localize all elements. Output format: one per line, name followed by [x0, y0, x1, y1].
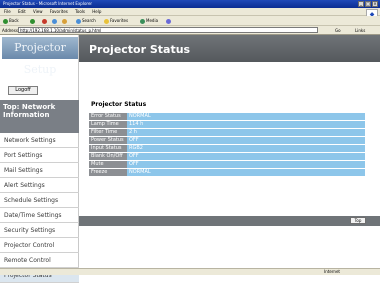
media-button[interactable]: Media	[140, 16, 158, 26]
close-button[interactable]: ×	[372, 1, 378, 7]
status-label: Power Status	[89, 137, 127, 144]
forward-button[interactable]	[30, 16, 36, 26]
status-value: NORMAL	[127, 169, 365, 176]
address-bar: Address http://192.168.1.10/admin/status…	[0, 26, 380, 35]
status-value: OFF	[127, 153, 365, 160]
links-button[interactable]: Links	[355, 26, 365, 35]
status-label: Error Status	[89, 113, 127, 120]
history-button[interactable]	[166, 16, 172, 26]
status-label: Lamp Time	[89, 121, 127, 128]
status-label: Blank On/Off	[89, 153, 127, 160]
table-row: Input Status RGB2	[89, 145, 365, 152]
sidebar-item-date-time-settings[interactable]: Date/Time Settings	[0, 208, 79, 223]
table-row: Mute OFF	[89, 161, 365, 168]
home-button[interactable]	[62, 16, 68, 26]
stop-icon	[42, 18, 47, 24]
minimize-button[interactable]: _	[358, 1, 364, 7]
status-table: Error Status NORMAL Lamp Time 114 h Filter…	[89, 112, 365, 177]
status-value: 2 h	[127, 129, 365, 136]
menu-help[interactable]: Help	[92, 9, 101, 14]
address-label: Address	[2, 28, 18, 33]
menu-file[interactable]: File	[4, 9, 11, 14]
back-arrow-icon	[3, 18, 8, 24]
logoff-button[interactable]: Logoff	[8, 86, 38, 95]
status-value: NORMAL	[127, 113, 365, 120]
search-button[interactable]: Search	[76, 16, 96, 26]
table-row: Power Status OFF	[89, 137, 365, 144]
table-row: Error Status NORMAL	[89, 113, 365, 120]
window-title: Projector Status - Microsoft Internet Ex…	[3, 1, 93, 6]
maximize-button[interactable]: □	[365, 1, 371, 7]
page-title: Projector Status	[89, 43, 191, 56]
section-title: Projector Status	[91, 101, 147, 108]
sidebar: Projector Setup Logoff Top: Network Info…	[0, 35, 79, 283]
refresh-button[interactable]	[52, 16, 58, 26]
star-icon	[104, 18, 109, 24]
browser-toolbar: Back Search Favorites Media	[0, 16, 380, 26]
table-row: Blank On/Off OFF	[89, 153, 365, 160]
browser-title-bar: Projector Status - Microsoft Internet Ex…	[0, 0, 380, 8]
status-label: Filter Time	[89, 129, 127, 136]
sidebar-item-schedule-settings[interactable]: Schedule Settings	[0, 193, 79, 208]
back-button[interactable]: Back	[3, 16, 19, 26]
browser-status-bar: Internet	[0, 268, 380, 275]
page-header: Projector Status	[79, 35, 380, 62]
sidebar-item-alert-settings[interactable]: Alert Settings	[0, 178, 79, 193]
projector-setup-logo: Projector Setup	[2, 37, 78, 76]
forward-arrow-icon	[30, 18, 35, 24]
status-value: OFF	[127, 137, 365, 144]
media-icon	[140, 18, 145, 24]
table-row: Lamp Time 114 h	[89, 121, 365, 128]
go-button[interactable]: Go	[335, 26, 341, 35]
sidebar-item-network-settings[interactable]: Network Settings	[0, 133, 79, 148]
favorites-button[interactable]: Favorites	[104, 16, 128, 26]
status-value: RGB2	[127, 145, 365, 152]
refresh-icon	[52, 18, 57, 24]
sidebar-item-security-settings[interactable]: Security Settings	[0, 223, 79, 238]
search-icon	[76, 18, 81, 24]
status-label: Mute	[89, 161, 127, 168]
home-icon	[62, 18, 67, 24]
table-row: Freeze NORMAL	[89, 169, 365, 176]
sidebar-item-network-information[interactable]: Top: Network Information	[0, 100, 79, 133]
status-label: Input Status	[89, 145, 127, 152]
stop-button[interactable]	[42, 16, 48, 26]
menu-tools[interactable]: Tools	[75, 9, 85, 14]
address-input[interactable]: http://192.168.1.10/admin/status_p.html	[18, 27, 318, 33]
sidebar-item-remote-control[interactable]: Remote Control	[0, 253, 79, 268]
footer-band: Top	[79, 216, 380, 226]
status-value: 114 h	[127, 121, 365, 128]
history-icon	[166, 18, 171, 24]
sidebar-item-projector-control[interactable]: Projector Control	[0, 238, 79, 253]
table-row: Filter Time 2 h	[89, 129, 365, 136]
main-content: Projector Status Projector Status Error …	[79, 35, 380, 275]
sidebar-item-mail-settings[interactable]: Mail Settings	[0, 163, 79, 178]
internet-zone-label: Internet	[324, 269, 340, 274]
status-value: OFF	[127, 161, 365, 168]
sidebar-item-port-settings[interactable]: Port Settings	[0, 148, 79, 163]
menu-favorites[interactable]: Favorites	[50, 9, 68, 14]
menu-bar: File Edit View Favorites Tools Help	[0, 8, 380, 16]
menu-view[interactable]: View	[33, 9, 43, 14]
menu-edit[interactable]: Edit	[18, 9, 26, 14]
status-label: Freeze	[89, 169, 127, 176]
top-button[interactable]: Top	[350, 217, 366, 224]
